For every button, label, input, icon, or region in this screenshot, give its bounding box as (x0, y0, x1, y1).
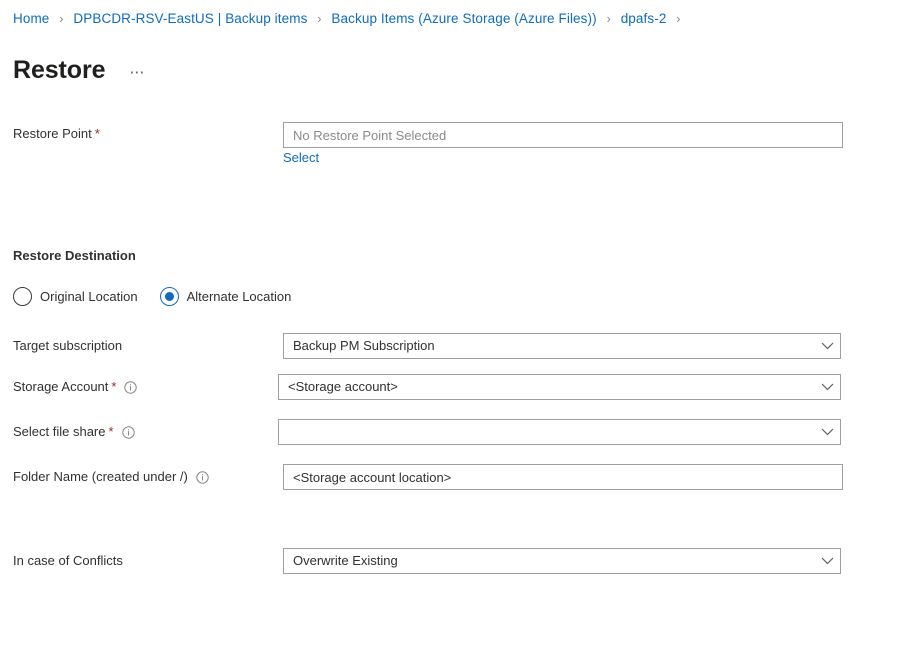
radio-original-location[interactable]: Original Location (13, 287, 138, 306)
chevron-down-icon (821, 557, 834, 565)
info-icon[interactable] (196, 471, 209, 484)
restore-destination-heading: Restore Destination (13, 247, 136, 265)
required-marker: * (109, 423, 114, 441)
storage-account-label: Storage Account * (13, 378, 137, 396)
radio-original-location-label: Original Location (40, 288, 138, 306)
radio-unselected-icon (13, 287, 32, 306)
folder-name-label: Folder Name (created under /) (13, 468, 209, 486)
radio-selected-icon (160, 287, 179, 306)
conflicts-value: Overwrite Existing (293, 549, 398, 573)
target-subscription-label: Target subscription (13, 337, 122, 355)
info-icon[interactable] (124, 381, 137, 394)
restore-point-label-group: Restore Point * (13, 125, 100, 143)
restore-destination-radio-group: Original Location Alternate Location (13, 287, 291, 306)
required-marker: * (95, 125, 100, 143)
chevron-down-icon (821, 428, 834, 436)
breadcrumb-item-dpafs-2[interactable]: dpafs-2 (621, 11, 667, 26)
breadcrumb-item-home[interactable]: Home (13, 11, 49, 26)
radio-alternate-location-label: Alternate Location (187, 288, 292, 306)
chevron-down-icon (821, 383, 834, 391)
storage-account-value: <Storage account> (288, 375, 398, 399)
page-title: Restore (13, 55, 105, 85)
breadcrumb-item-backup-items[interactable]: Backup Items (Azure Storage (Azure Files… (331, 11, 596, 26)
breadcrumb-separator-icon: › (607, 12, 611, 26)
storage-account-select[interactable]: <Storage account> (278, 374, 841, 400)
target-subscription-value: Backup PM Subscription (293, 334, 435, 358)
folder-name-input[interactable] (283, 464, 843, 490)
target-subscription-label-group: Target subscription (13, 337, 122, 355)
storage-account-label-group: Storage Account * (13, 378, 137, 396)
breadcrumb-item-vault[interactable]: DPBCDR-RSV-EastUS | Backup items (73, 11, 307, 26)
more-options-icon[interactable]: ⋯ (125, 65, 150, 81)
restore-point-input[interactable] (283, 122, 843, 148)
info-icon[interactable] (122, 426, 135, 439)
file-share-label-group: Select file share * (13, 423, 135, 441)
breadcrumb-separator-icon: › (317, 12, 321, 26)
radio-alternate-location[interactable]: Alternate Location (160, 287, 292, 306)
conflicts-label-group: In case of Conflicts (13, 552, 123, 570)
file-share-label: Select file share * (13, 423, 135, 441)
folder-name-label-group: Folder Name (created under /) (13, 468, 209, 486)
page-header: Restore ⋯ (13, 38, 150, 102)
file-share-select[interactable] (278, 419, 841, 445)
breadcrumb-separator-icon: › (676, 12, 680, 26)
required-marker: * (111, 378, 116, 396)
breadcrumb-separator-icon: › (59, 12, 63, 26)
restore-point-label: Restore Point * (13, 125, 100, 143)
select-restore-point-link[interactable]: Select (283, 149, 319, 167)
breadcrumb: Home › DPBCDR-RSV-EastUS | Backup items … (13, 10, 687, 28)
chevron-down-icon (821, 342, 834, 350)
conflicts-label: In case of Conflicts (13, 552, 123, 570)
conflicts-select[interactable]: Overwrite Existing (283, 548, 841, 574)
target-subscription-select[interactable]: Backup PM Subscription (283, 333, 841, 359)
